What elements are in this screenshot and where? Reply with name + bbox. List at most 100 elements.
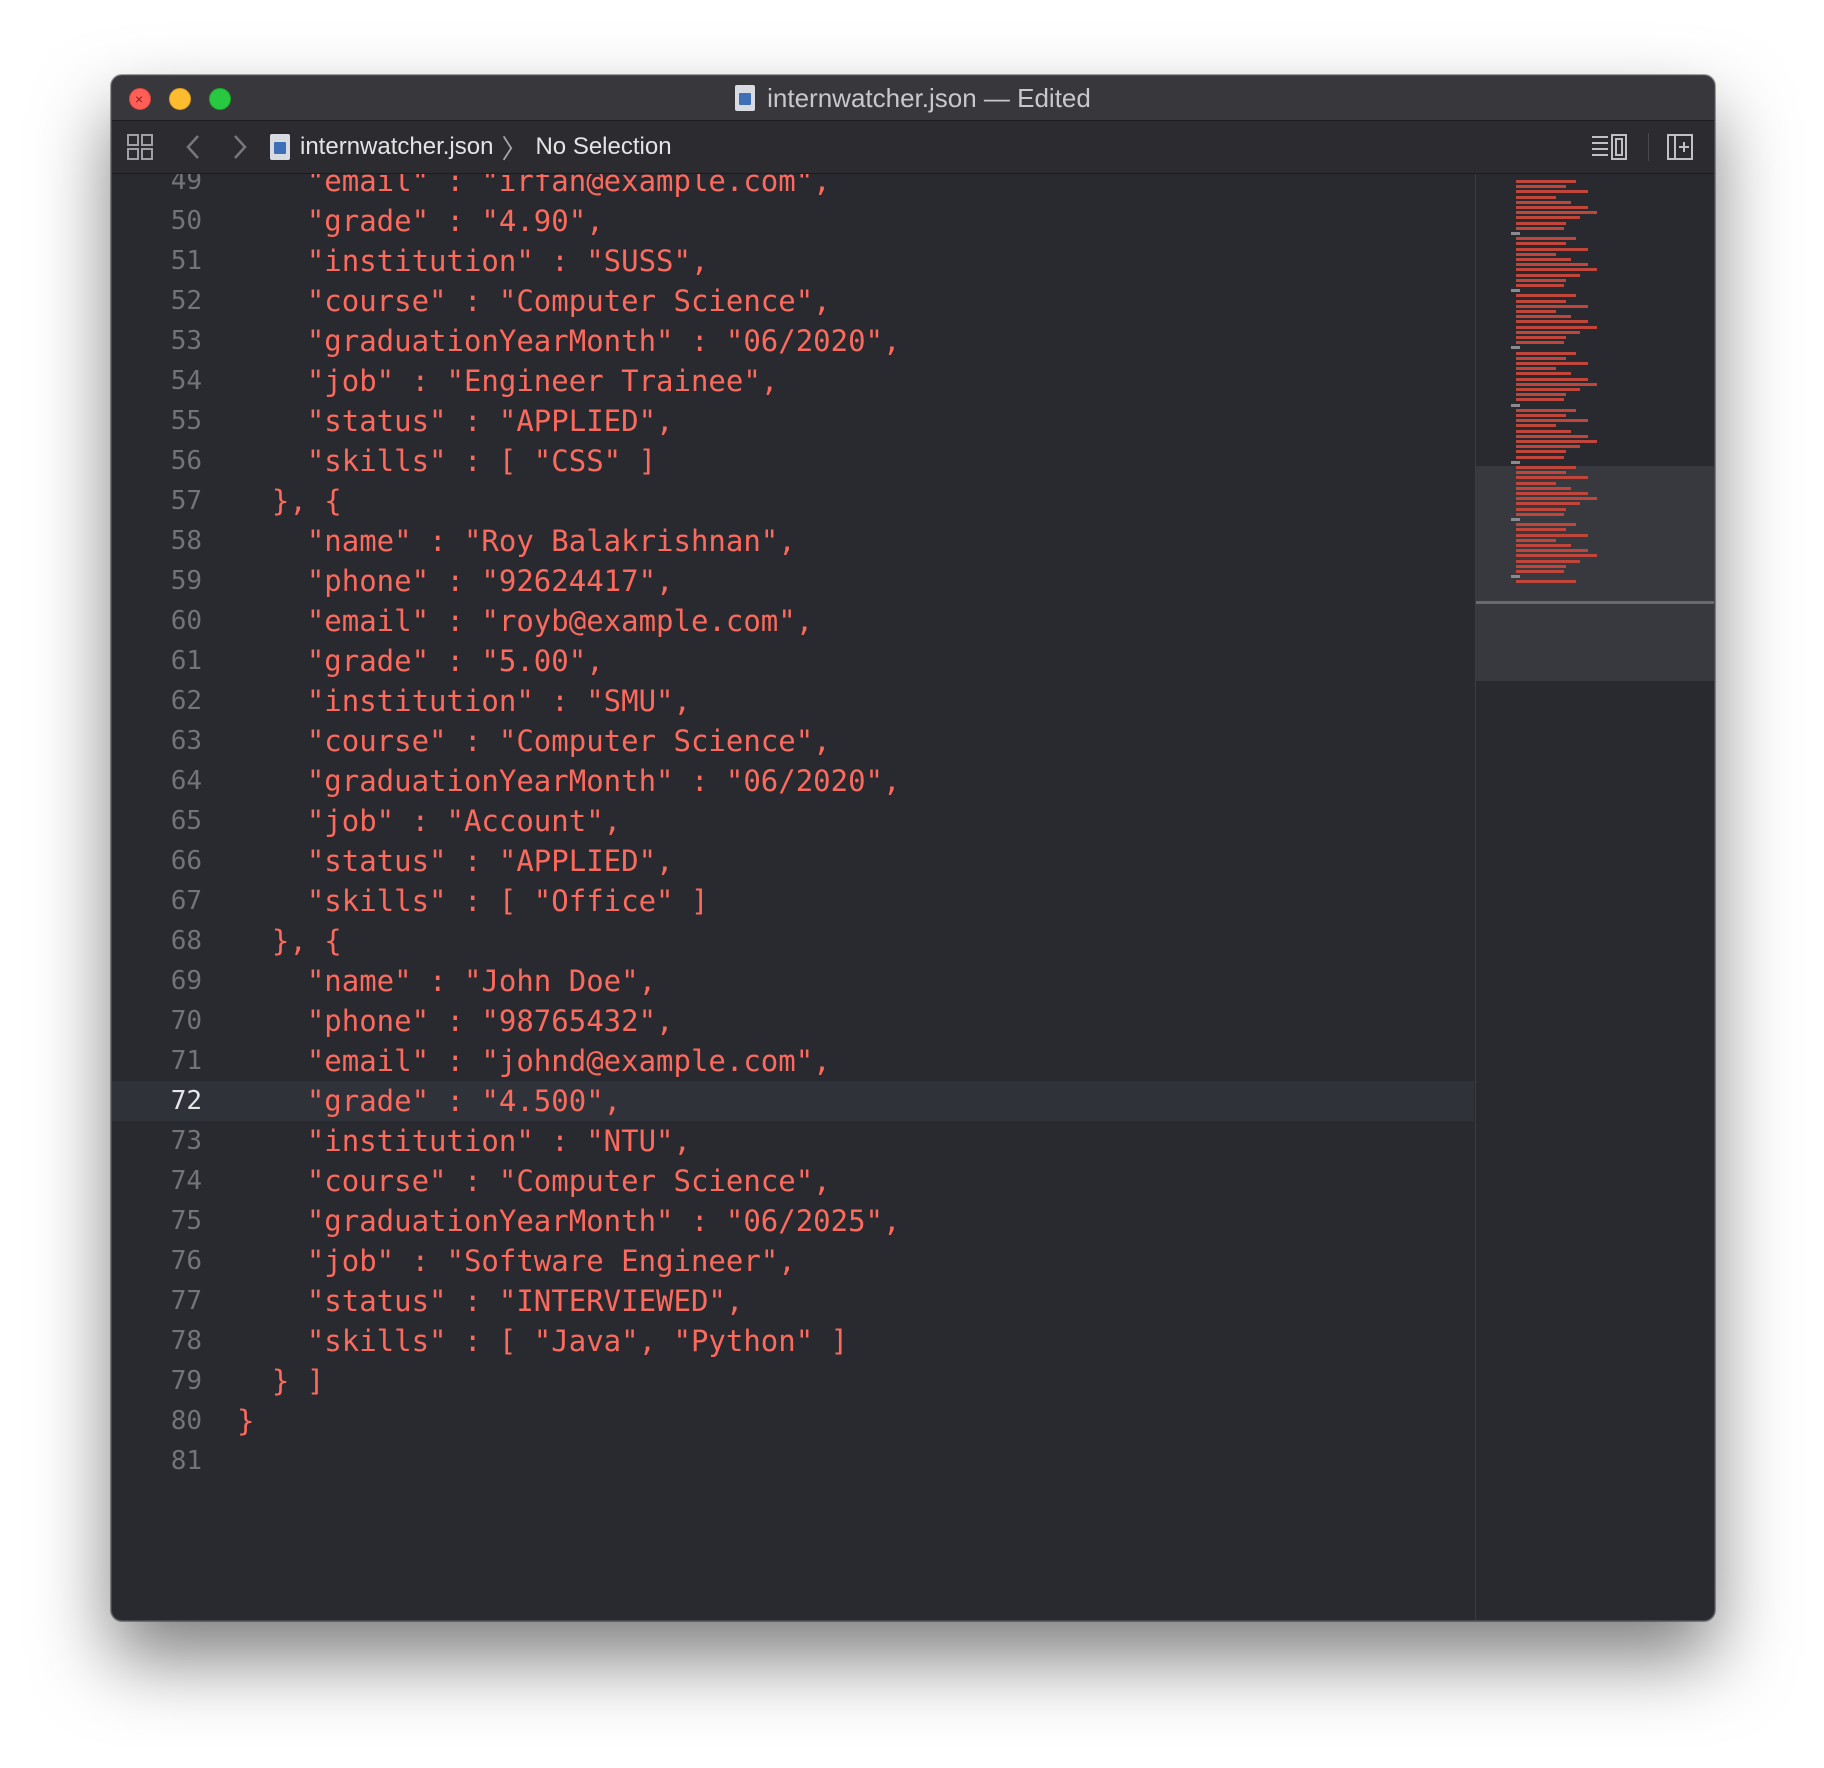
code-text[interactable]: "grade" : "5.00", (237, 641, 604, 681)
code-editor[interactable]: 49 "email" : "irfan@example.com", 50 "gra… (112, 174, 1474, 1620)
code-text[interactable]: "institution" : "NTU", (237, 1121, 691, 1161)
code-text[interactable]: "course" : "Computer Science", (237, 281, 831, 321)
code-line[interactable]: 67 "skills" : [ "Office" ] (112, 881, 1474, 921)
code-line[interactable]: 61 "grade" : "5.00", (112, 641, 1474, 681)
code-line[interactable]: 69 "name" : "John Doe", (112, 961, 1474, 1001)
code-line[interactable]: 52 "course" : "Computer Science", (112, 281, 1474, 321)
minimap-line (1515, 221, 1566, 225)
code-line[interactable]: 59 "phone" : "92624417", (112, 561, 1474, 601)
code-text[interactable]: "name" : "Roy Balakrishnan", (237, 521, 796, 561)
current-code-line[interactable]: 72 "grade" : "4.500", (112, 1081, 1474, 1121)
minimap-line (1515, 315, 1571, 319)
code-line[interactable]: 81 (112, 1441, 1474, 1481)
minimap-line (1515, 393, 1566, 397)
code-line[interactable]: 73 "institution" : "NTU", (112, 1121, 1474, 1161)
code-line[interactable]: 78 "skills" : [ "Java", "Python" ] (112, 1321, 1474, 1361)
code-text[interactable]: "email" : "royb@example.com", (237, 601, 813, 641)
code-line[interactable]: 62 "institution" : "SMU", (112, 681, 1474, 721)
minimap-line (1515, 497, 1598, 501)
breadcrumb-file[interactable]: internwatcher.json (300, 133, 493, 161)
code-line[interactable]: 49 "email" : "irfan@example.com", (112, 174, 1474, 201)
line-number: 59 (170, 566, 202, 596)
minimap-line (1515, 528, 1566, 532)
code-line[interactable]: 54 "job" : "Engineer Trainee", (112, 361, 1474, 401)
code-text[interactable]: "job" : "Engineer Trainee", (237, 361, 778, 401)
code-text[interactable]: "course" : "Computer Science", (237, 721, 831, 761)
code-text[interactable]: "institution" : "SUSS", (237, 241, 709, 281)
forward-button[interactable] (229, 121, 249, 173)
code-line[interactable]: 51 "institution" : "SUSS", (112, 241, 1474, 281)
code-line[interactable]: 77 "status" : "INTERVIEWED", (112, 1281, 1474, 1321)
code-text[interactable]: "job" : "Account", (237, 801, 621, 841)
code-text[interactable]: "job" : "Software Engineer", (237, 1241, 796, 1281)
code-text[interactable]: "email" : "irfan@example.com", (237, 174, 831, 201)
code-text[interactable]: } ] (237, 1361, 324, 1401)
code-text[interactable]: "skills" : [ "CSS" ] (237, 441, 656, 481)
code-text[interactable]: "course" : "Computer Science", (237, 1161, 831, 1201)
title-bar[interactable]: × internwatcher.json — Edited (112, 76, 1714, 121)
minimap-line (1515, 226, 1564, 230)
code-line[interactable]: 66 "status" : "APPLIED", (112, 841, 1474, 881)
code-text[interactable]: "phone" : "92624417", (237, 561, 674, 601)
code-text[interactable]: "graduationYearMonth" : "06/2025", (237, 1201, 901, 1241)
code-text[interactable]: "phone" : "98765432", (237, 1001, 674, 1041)
minimap-line (1515, 382, 1598, 386)
minimap[interactable] (1475, 174, 1714, 1620)
minimap-line (1515, 440, 1598, 443)
code-line[interactable]: 57 }, { (112, 481, 1474, 521)
code-line[interactable]: 68 }, { (112, 921, 1474, 961)
line-number: 75 (170, 1206, 202, 1236)
minimap-line (1515, 538, 1557, 542)
code-text[interactable]: "name" : "John Doe", (237, 961, 656, 1001)
code-text[interactable]: "grade" : "4.500", (237, 1081, 621, 1121)
code-text[interactable]: "skills" : [ "Java", "Python" ] (237, 1321, 848, 1361)
minimap-line (1515, 310, 1557, 313)
code-line[interactable]: 75 "graduationYearMonth" : "06/2025", (112, 1201, 1474, 1241)
code-line[interactable]: 64 "graduationYearMonth" : "06/2020", (112, 761, 1474, 801)
code-line[interactable]: 70 "phone" : "98765432", (112, 1001, 1474, 1041)
code-line[interactable]: 80} (112, 1401, 1474, 1441)
code-text[interactable]: }, { (237, 921, 342, 961)
code-text[interactable]: }, { (237, 481, 342, 521)
code-line[interactable]: 53 "graduationYearMonth" : "06/2020", (112, 321, 1474, 361)
minimap-line (1515, 185, 1566, 189)
related-items-button[interactable] (126, 121, 154, 173)
editor-options-button[interactable] (1590, 121, 1630, 173)
add-editor-button[interactable] (1666, 121, 1694, 173)
back-button[interactable] (184, 121, 204, 173)
code-text[interactable]: "skills" : [ "Office" ] (237, 881, 709, 921)
code-text[interactable]: "graduationYearMonth" : "06/2020", (237, 321, 901, 361)
code-line[interactable]: 50 "grade" : "4.90", (112, 201, 1474, 241)
minimap-line (1515, 237, 1576, 241)
code-line[interactable]: 76 "job" : "Software Engineer", (112, 1241, 1474, 1281)
code-line[interactable]: 65 "job" : "Account", (112, 801, 1474, 841)
minimap-line (1515, 216, 1581, 220)
code-line[interactable]: 79 } ] (112, 1361, 1474, 1401)
code-text[interactable]: "status" : "INTERVIEWED", (237, 1281, 744, 1321)
code-text[interactable]: "status" : "APPLIED", (237, 401, 674, 441)
code-text[interactable]: "institution" : "SMU", (237, 681, 691, 721)
minimap-line (1515, 330, 1581, 334)
minimap-line (1515, 549, 1588, 553)
code-line[interactable]: 58 "name" : "Roy Balakrishnan", (112, 521, 1474, 561)
line-number: 78 (170, 1326, 202, 1356)
code-line[interactable]: 60 "email" : "royb@example.com", (112, 601, 1474, 641)
code-text[interactable]: "grade" : "4.90", (237, 201, 604, 241)
line-number: 53 (170, 326, 202, 356)
code-line[interactable]: 56 "skills" : [ "CSS" ] (112, 441, 1474, 481)
code-text[interactable]: "status" : "APPLIED", (237, 841, 674, 881)
code-text[interactable]: "graduationYearMonth" : "06/2020", (237, 761, 901, 801)
code-line[interactable]: 63 "course" : "Computer Science", (112, 721, 1474, 761)
minimap-line (1515, 336, 1566, 339)
line-number: 74 (170, 1166, 202, 1196)
minimap-line (1510, 346, 1521, 350)
code-text[interactable]: "email" : "johnd@example.com", (237, 1041, 831, 1081)
breadcrumb-selection[interactable]: No Selection (535, 133, 671, 161)
window-title-group: internwatcher.json — Edited (112, 76, 1714, 120)
code-line[interactable]: 74 "course" : "Computer Science", (112, 1161, 1474, 1201)
code-line[interactable]: 71 "email" : "johnd@example.com", (112, 1041, 1474, 1081)
code-line[interactable]: 55 "status" : "APPLIED", (112, 401, 1474, 441)
minimap-line (1515, 419, 1588, 423)
code-text[interactable]: } (237, 1401, 254, 1441)
minimap-line (1515, 180, 1576, 183)
